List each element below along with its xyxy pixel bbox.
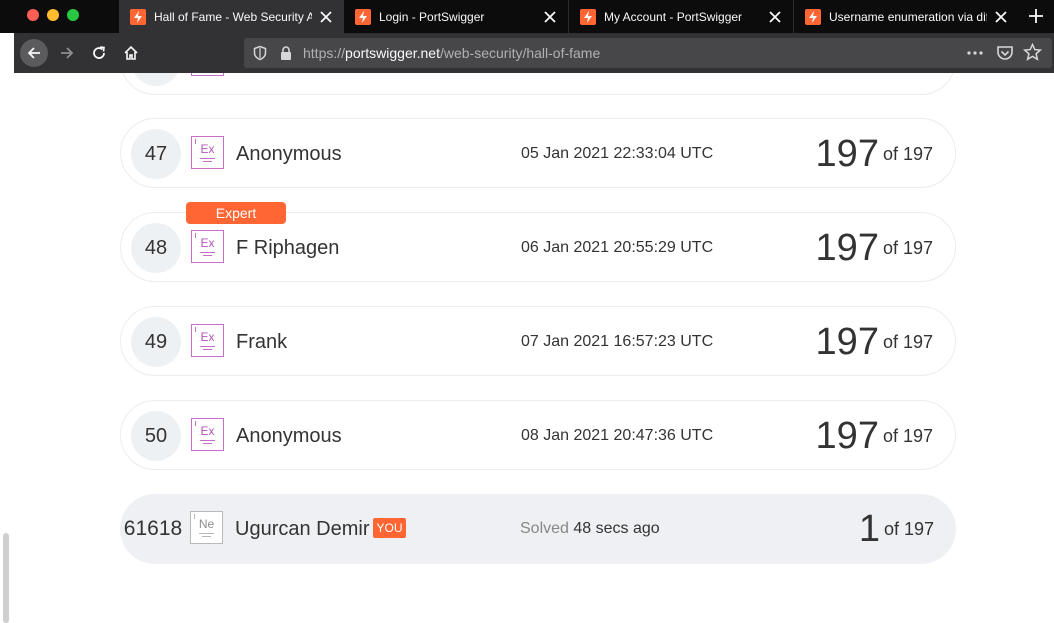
score: 197 of 197 xyxy=(816,307,933,377)
score-total: of 197 xyxy=(882,332,933,352)
page-actions-menu-icon[interactable] xyxy=(966,45,984,61)
completion-date: 05 Jan 2021 22:33:04 UTC xyxy=(521,145,714,162)
hall-of-fame-page: 47 Ex Anonymous 05 Jan 2021 22:33:04 UTC… xyxy=(14,73,1054,623)
expert-avatar-icon: Ex xyxy=(191,418,224,451)
tab-title: Username enumeration via diffe xyxy=(829,9,987,24)
lock-icon[interactable] xyxy=(279,45,293,61)
score-value: 197 xyxy=(815,415,879,457)
solved-label: Solved xyxy=(520,520,569,537)
you-badge: YOU xyxy=(373,517,406,538)
leaderboard-row-partial xyxy=(120,73,956,95)
home-button[interactable] xyxy=(117,39,145,67)
user-name: Anonymous xyxy=(236,143,342,165)
tab-title: My Account - PortSwigger xyxy=(604,9,743,24)
tab-my-account[interactable]: My Account - PortSwigger xyxy=(569,0,794,33)
leaderboard-row: 47 Ex Anonymous 05 Jan 2021 22:33:04 UTC… xyxy=(120,118,956,188)
portswigger-favicon-icon xyxy=(805,8,821,25)
scrollbar-thumb[interactable] xyxy=(3,533,9,623)
score-value: 197 xyxy=(815,227,879,269)
score-total: of 197 xyxy=(882,238,933,258)
tab-hall-of-fame[interactable]: Hall of Fame - Web Security Ac xyxy=(119,0,344,33)
reload-icon xyxy=(93,46,105,59)
user-name: Ugurcan Demir YOU xyxy=(235,494,406,564)
reload-button[interactable] xyxy=(85,39,113,67)
url-path: /web-security/hall-of-fame xyxy=(439,45,601,61)
score: 1 of 197 xyxy=(859,494,934,564)
url-text[interactable]: https://portswigger.net/web-security/hal… xyxy=(303,38,600,68)
leaderboard-row: 49 Ex Frank 07 Jan 2021 16:57:23 UTC 197… xyxy=(120,306,956,376)
novice-avatar-icon: Ne xyxy=(190,511,223,544)
navigation-bar: https://portswigger.net/web-security/hal… xyxy=(14,33,1054,73)
completion-date: 06 Jan 2021 20:55:29 UTC xyxy=(521,239,714,256)
solved-time: 48 secs ago xyxy=(573,520,660,537)
url-host: portswigger.net xyxy=(345,45,440,61)
close-tab-icon[interactable] xyxy=(542,9,558,25)
portswigger-favicon-icon xyxy=(580,8,596,25)
current-user-row: 61618 Ne Ugurcan Demir YOU Solved 48 secs… xyxy=(120,494,956,564)
tab-login[interactable]: Login - PortSwigger xyxy=(344,0,569,33)
bookmark-star-icon[interactable] xyxy=(1023,43,1042,62)
solved-status: Solved 48 secs ago xyxy=(520,494,660,564)
rank-number: 50 xyxy=(131,411,181,461)
expert-badge-tooltip: Expert xyxy=(186,202,286,224)
rank-number: 61618 xyxy=(123,517,183,540)
home-icon xyxy=(124,45,138,60)
portswigger-favicon-icon xyxy=(355,8,371,25)
tracking-protection-shield-icon[interactable] xyxy=(252,45,268,61)
avatar-abbreviation: Ex xyxy=(200,236,215,250)
expert-avatar-icon: Ex xyxy=(191,324,224,357)
back-arrow-icon xyxy=(27,47,40,59)
avatar-abbreviation: Ne xyxy=(198,517,215,531)
url-bar[interactable]: https://portswigger.net/web-security/hal… xyxy=(244,38,1052,68)
expert-avatar-icon: Ex xyxy=(191,136,224,169)
forward-button[interactable] xyxy=(53,39,81,67)
score-value: 197 xyxy=(815,133,879,175)
completion-date: 08 Jan 2021 20:47:36 UTC xyxy=(521,427,714,444)
score-total: of 197 xyxy=(882,144,933,164)
window-minimize-button[interactable] xyxy=(47,9,59,21)
tab-username-enumeration[interactable]: Username enumeration via diffe xyxy=(794,0,1019,33)
tab-bar: Hall of Fame - Web Security Ac Login - P… xyxy=(0,0,1054,33)
window-zoom-button[interactable] xyxy=(67,9,79,21)
rank-number: 49 xyxy=(131,317,181,367)
score: 197 of 197 xyxy=(816,401,933,471)
rank-circle xyxy=(131,73,181,86)
close-tab-icon[interactable] xyxy=(318,9,334,25)
portswigger-favicon-icon xyxy=(130,8,146,25)
user-name-text: Ugurcan Demir xyxy=(235,518,370,540)
window-close-button[interactable] xyxy=(27,9,39,21)
back-button[interactable] xyxy=(20,39,48,67)
score-total: of 197 xyxy=(883,519,934,539)
leaderboard-row: 50 Ex Anonymous 08 Jan 2021 20:47:36 UTC… xyxy=(120,400,956,470)
score: 197 of 197 xyxy=(816,213,933,283)
user-name: Frank xyxy=(236,331,288,353)
rank-number: 48 xyxy=(131,223,181,273)
rank-number: 47 xyxy=(131,129,181,179)
new-tab-icon[interactable] xyxy=(1026,6,1046,26)
score: 197 of 197 xyxy=(816,119,933,189)
close-tab-icon[interactable] xyxy=(993,9,1009,25)
score-value: 1 xyxy=(858,508,880,550)
score-value: 197 xyxy=(815,321,879,363)
score-total: of 197 xyxy=(882,426,933,446)
avatar-abbreviation: Ex xyxy=(200,424,215,438)
expert-avatar-icon[interactable]: Ex xyxy=(191,230,224,263)
expert-avatar-icon xyxy=(191,73,224,76)
user-name: Anonymous xyxy=(236,425,342,447)
tab-title: Hall of Fame - Web Security Ac xyxy=(154,9,312,24)
forward-arrow-icon xyxy=(61,47,74,59)
close-tab-icon[interactable] xyxy=(767,9,783,25)
pocket-icon[interactable] xyxy=(996,44,1014,62)
avatar-abbreviation: Ex xyxy=(200,142,215,156)
tab-title: Login - PortSwigger xyxy=(379,9,485,24)
url-scheme: https:// xyxy=(303,45,346,61)
completion-date: 07 Jan 2021 16:57:23 UTC xyxy=(521,333,714,350)
avatar-abbreviation: Ex xyxy=(200,330,215,344)
